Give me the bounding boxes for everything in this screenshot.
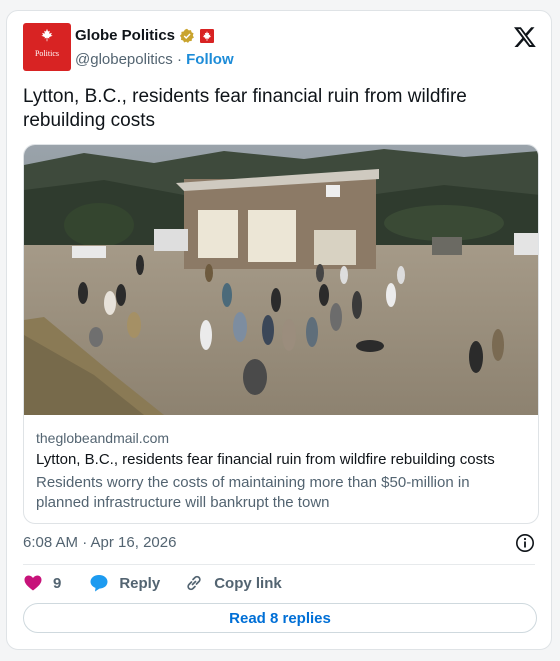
author-name-row: Globe Politics	[75, 27, 215, 44]
author-handle[interactable]: @globepolitics	[75, 51, 173, 68]
speech-bubble-icon	[90, 575, 108, 592]
info-icon[interactable]	[515, 533, 535, 553]
author-handle-row: @globepolitics · Follow	[75, 51, 234, 68]
avatar[interactable]: Politics	[23, 23, 71, 71]
maple-leaf-icon	[41, 28, 53, 42]
article-photo[interactable]	[24, 145, 539, 415]
copy-link-button[interactable]: Copy link	[184, 573, 282, 593]
like-button[interactable]: 9	[23, 573, 61, 593]
maple-leaf-flag-icon	[200, 28, 215, 43]
post-timestamp[interactable]: 6:08 AM · Apr 16, 2026	[23, 534, 176, 551]
author-name[interactable]: Globe Politics	[75, 27, 175, 44]
heart-icon	[24, 575, 42, 591]
divider	[23, 564, 535, 565]
follow-button[interactable]: Follow	[186, 51, 234, 68]
read-replies-label: Read 8 replies	[229, 609, 331, 627]
link-description: Residents worry the costs of maintaining…	[36, 474, 470, 511]
link-icon	[187, 575, 201, 591]
copy-link-label: Copy link	[214, 574, 282, 592]
x-logo-icon[interactable]	[513, 25, 537, 49]
post-text: Lytton, B.C., residents fear financial r…	[23, 86, 467, 131]
link-title[interactable]: Lytton, B.C., residents fear financial r…	[36, 451, 495, 468]
separator-dot: ·	[176, 51, 182, 68]
tweet-embed-card: Politics Globe Politics @globepolitics ·…	[6, 10, 552, 650]
reply-label: Reply	[119, 574, 161, 592]
link-preview-card[interactable]: theglobeandmail.com Lytton, B.C., reside…	[23, 144, 539, 524]
action-bar: 9 Reply Copy link	[23, 571, 282, 595]
reply-button[interactable]: Reply	[89, 573, 160, 593]
link-domain[interactable]: theglobeandmail.com	[36, 430, 169, 446]
read-replies-button[interactable]: Read 8 replies	[23, 603, 537, 633]
like-count: 9	[53, 574, 62, 592]
avatar-label: Politics	[34, 49, 59, 58]
verified-badge-icon	[179, 28, 194, 43]
